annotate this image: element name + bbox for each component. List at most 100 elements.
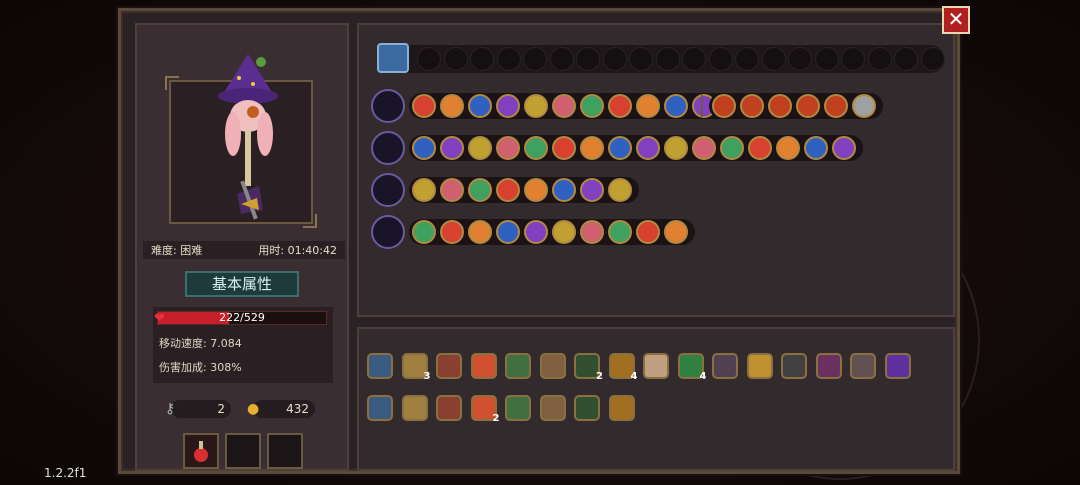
bag-slot[interactable] [788,47,812,71]
spell-icon[interactable] [776,136,800,160]
item-icon[interactable] [401,395,428,421]
item-icon[interactable] [470,353,497,379]
spell-icon[interactable] [524,178,548,202]
bag-slot[interactable] [920,47,945,71]
spell-icon[interactable] [664,94,688,118]
item-icon[interactable] [850,353,876,379]
spell-icon[interactable] [692,136,716,160]
spell-icon[interactable] [608,94,632,118]
bag-slot[interactable] [841,47,865,71]
spell-icon[interactable] [804,136,828,160]
bag-slot[interactable] [708,47,733,71]
spell-icon[interactable] [468,220,492,244]
bag-slot[interactable] [761,47,786,71]
spell-icon[interactable] [496,178,520,202]
spell-icon[interactable] [608,220,632,244]
spell-icon[interactable] [552,94,576,118]
spell-icon[interactable] [720,136,744,160]
spell-icon[interactable] [524,136,548,160]
item-stack-count: 2 [596,371,603,382]
spell-icon[interactable] [748,136,772,160]
spell-icon[interactable] [740,94,764,118]
bag-slot[interactable] [549,47,574,71]
wand-icon[interactable] [371,131,405,165]
spell-icon[interactable] [636,136,660,160]
bag-slot[interactable] [602,47,627,71]
spell-icon[interactable] [664,136,688,160]
spell-icon[interactable] [580,220,604,244]
item-icon[interactable] [539,353,566,379]
spell-icon[interactable] [608,136,632,160]
bag-slot[interactable] [443,47,468,71]
spell-icon[interactable] [468,178,492,202]
item-icon[interactable] [505,395,531,421]
spell-icon[interactable] [524,94,548,118]
spell-icon[interactable] [580,94,604,118]
bag-slot[interactable] [814,47,839,71]
bag-slot[interactable] [894,47,918,71]
spell-icon[interactable] [552,178,576,202]
item-icon[interactable] [643,353,669,379]
spell-icon[interactable] [496,220,520,244]
item-icon[interactable] [574,395,600,421]
bag-slot[interactable] [655,47,680,71]
item-icon[interactable] [367,395,393,421]
wand-icon[interactable] [371,173,405,207]
spell-icon[interactable] [608,178,632,202]
spell-icon[interactable] [832,136,856,160]
item-icon[interactable] [608,395,635,421]
item-icon[interactable] [746,353,773,379]
item-icon[interactable] [781,353,807,379]
bag-slot[interactable] [629,47,653,71]
wand-icon[interactable] [371,215,405,249]
spell-icon[interactable] [852,94,876,118]
spell-icon[interactable] [468,136,492,160]
spell-icon[interactable] [468,94,492,118]
item-icon[interactable] [815,353,842,379]
bag-slot[interactable] [682,47,706,71]
bag-slot[interactable] [496,47,521,71]
spell-bag-icon[interactable] [377,43,409,73]
spell-icon[interactable] [636,220,660,244]
spell-icon[interactable] [412,178,436,202]
spell-icon[interactable] [496,94,520,118]
spell-icon[interactable] [412,94,436,118]
bag-slot[interactable] [576,47,600,71]
spell-icon[interactable] [412,220,436,244]
item-icon[interactable] [436,353,462,379]
spell-icon[interactable] [824,94,848,118]
item-icon[interactable] [712,353,738,379]
item-icon[interactable] [884,353,911,379]
bag-slot[interactable] [867,47,892,71]
spell-icon[interactable] [412,136,436,160]
spell-icon[interactable] [440,136,464,160]
item-icon[interactable] [539,395,566,421]
wand-icon[interactable] [371,89,405,123]
close-button[interactable]: ✕ [942,6,970,34]
spell-icon[interactable] [580,136,604,160]
bag-slot[interactable] [735,47,759,71]
spell-icon[interactable] [496,136,520,160]
item-icon[interactable] [505,353,531,379]
spell-icon[interactable] [552,220,576,244]
spell-icon[interactable] [552,136,576,160]
spell-icon[interactable] [712,94,736,118]
bag-slot[interactable] [417,47,441,71]
consumable-slot-empty[interactable] [225,433,261,469]
spell-icon[interactable] [768,94,792,118]
consumable-slot-empty[interactable] [267,433,303,469]
spell-icon[interactable] [524,220,548,244]
item-icon[interactable] [436,395,462,421]
bag-slot[interactable] [470,47,494,71]
spell-icon[interactable] [796,94,820,118]
spell-icon[interactable] [636,94,660,118]
spell-icon[interactable] [664,220,688,244]
spell-icon[interactable] [440,178,464,202]
consumable-slot-potion[interactable] [183,433,219,469]
spell-icon[interactable] [440,220,464,244]
bag-slot[interactable] [523,47,547,71]
spell-icon[interactable] [580,178,604,202]
item-icon[interactable] [367,353,393,379]
spell-icon[interactable] [440,94,464,118]
basic-attributes-tab[interactable]: 基本属性 [185,271,299,297]
